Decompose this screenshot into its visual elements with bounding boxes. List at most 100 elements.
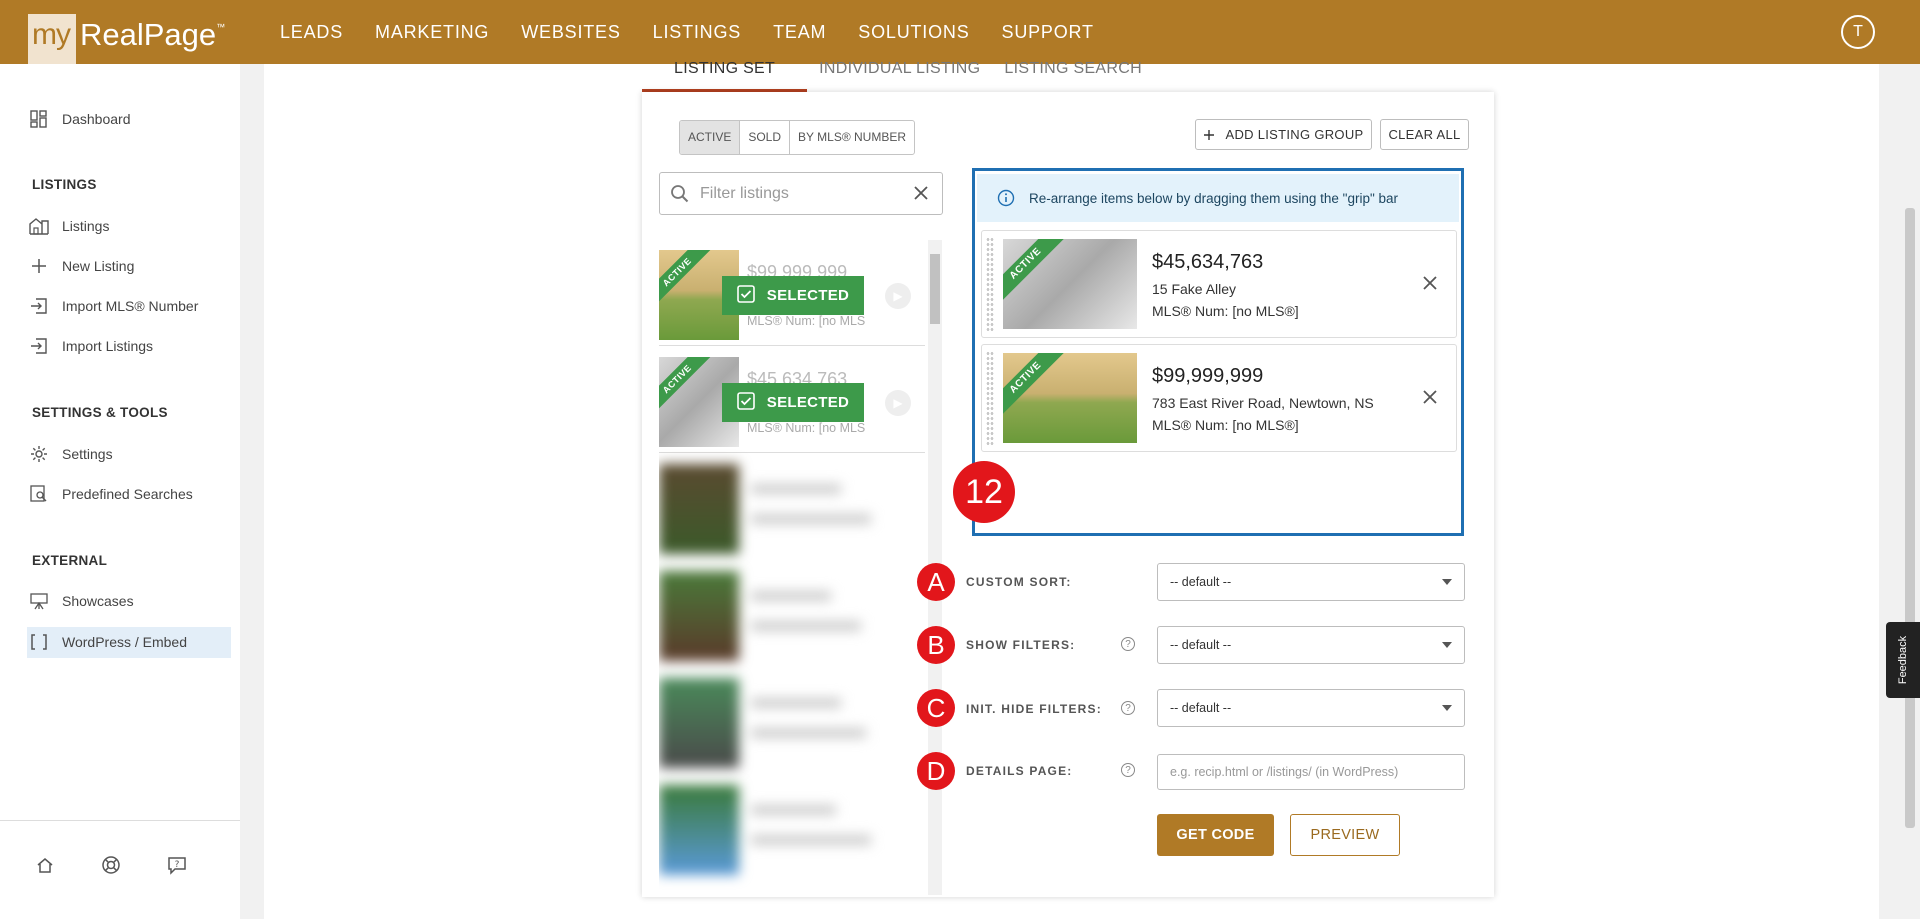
sidebar-item-showcases[interactable]: Showcases — [28, 587, 134, 615]
buildings-icon — [28, 215, 50, 237]
nav-leads[interactable]: LEADS — [280, 22, 343, 43]
sidebar-item-wordpress-embed[interactable]: WordPress / Embed — [28, 628, 187, 656]
lifebuoy-icon[interactable] — [100, 854, 122, 876]
help-icon[interactable]: ? — [1121, 701, 1135, 715]
selected-label: SELECTED — [766, 394, 850, 411]
nav-team[interactable]: TEAM — [773, 22, 826, 43]
sidebar-heading-external: EXTERNAL — [32, 553, 108, 568]
list-item[interactable]: ACTIVE $45,634,763 MLS® Num: [no MLS SEL… — [659, 347, 925, 453]
init-hide-filters-value: -- default -- — [1170, 701, 1232, 715]
sidebar-item-listings[interactable]: Listings — [28, 212, 109, 240]
selected-badge[interactable]: SELECTED — [722, 276, 864, 315]
grip-handle[interactable] — [986, 237, 994, 331]
remove-listing-close-icon[interactable] — [1418, 385, 1442, 409]
active-ribbon: ACTIVE — [1003, 239, 1065, 303]
chevron-down-icon — [1442, 642, 1452, 648]
show-filters-value: -- default -- — [1170, 638, 1232, 652]
main-nav: LEADS MARKETING WEBSITES LISTINGS TEAM S… — [280, 0, 1126, 64]
details-page-input[interactable] — [1157, 754, 1465, 790]
help-icon[interactable]: ? — [1121, 637, 1135, 651]
logo-trademark: ™ — [216, 22, 226, 32]
page-scrollbar-thumb[interactable] — [1905, 208, 1915, 828]
listing-mls: MLS® Num: [no MLS®] — [1152, 417, 1299, 433]
details-page-label: DETAILS PAGE: — [966, 764, 1073, 778]
list-item-blurred — [659, 454, 925, 560]
active-ribbon: ACTIVE — [659, 357, 711, 413]
clear-filter-icon[interactable] — [912, 184, 930, 202]
listing-list: ACTIVE $99,999,999 MLS® Num: [no MLS SEL… — [659, 240, 925, 895]
logo-realpage: RealPage — [80, 17, 217, 52]
search-icon — [670, 184, 690, 204]
sidebar-item-dashboard[interactable]: Dashboard — [28, 105, 131, 133]
sidebar-item-import-mls[interactable]: Import MLS® Number — [28, 292, 198, 320]
sidebar-item-label: WordPress / Embed — [62, 634, 188, 650]
chevron-down-icon — [1442, 579, 1452, 585]
clear-all-button[interactable]: CLEAR ALL — [1380, 119, 1469, 150]
show-filters-label: SHOW FILTERS: — [966, 638, 1076, 652]
home-icon[interactable] — [34, 854, 56, 876]
nav-support[interactable]: SUPPORT — [1002, 22, 1094, 43]
chevron-right-icon[interactable]: ▶ — [885, 390, 911, 416]
search-document-icon — [28, 483, 50, 505]
nav-solutions[interactable]: SOLUTIONS — [858, 22, 969, 43]
sidebar-item-label: Predefined Searches — [62, 486, 193, 502]
sidebar-item-label: Settings — [62, 446, 113, 462]
help-icon[interactable]: ? — [1121, 763, 1135, 777]
nav-listings[interactable]: LISTINGS — [653, 22, 741, 43]
selected-label: SELECTED — [766, 287, 850, 304]
top-navbar: my RealPage ™ LEADS MARKETING WEBSITES L… — [0, 0, 1920, 64]
active-ribbon: ACTIVE — [1003, 353, 1065, 417]
checkbox-checked-icon — [736, 391, 755, 414]
init-hide-filters-select[interactable]: -- default -- — [1157, 689, 1465, 727]
listing-thumbnail: ACTIVE — [1003, 239, 1137, 329]
sidebar-item-label: New Listing — [62, 258, 135, 274]
gear-icon — [28, 443, 50, 465]
marker-b: B — [917, 626, 955, 664]
sidebar-item-settings[interactable]: Settings — [28, 440, 113, 468]
tab-listing-search[interactable]: LISTING SEARCH — [992, 58, 1154, 92]
chat-help-icon[interactable]: ? — [166, 854, 188, 876]
filter-listings-input[interactable] — [700, 184, 900, 203]
filter-active-button[interactable]: ACTIVE — [680, 121, 741, 154]
sidebar-item-new-listing[interactable]: New Listing — [28, 252, 134, 280]
preview-button[interactable]: PREVIEW — [1290, 814, 1400, 856]
dashboard-icon — [28, 108, 50, 130]
listing-mls: MLS® Num: [no MLS — [747, 314, 866, 328]
info-icon — [997, 189, 1015, 207]
custom-sort-select[interactable]: -- default -- — [1157, 563, 1465, 601]
remove-listing-close-icon[interactable] — [1418, 271, 1442, 295]
listing-thumbnail: ACTIVE — [1003, 353, 1137, 443]
nav-websites[interactable]: WEBSITES — [521, 22, 620, 43]
sidebar-item-label: Showcases — [62, 593, 134, 609]
selected-listing-item[interactable]: ACTIVE $99,999,999 783 East River Road, … — [981, 344, 1457, 452]
list-item[interactable]: ACTIVE $99,999,999 MLS® Num: [no MLS SEL… — [659, 240, 925, 346]
status-filter-group: ACTIVE SOLD BY MLS® NUMBER — [679, 120, 916, 155]
add-listing-group-button[interactable]: ADD LISTING GROUP — [1195, 119, 1372, 150]
selected-listing-item[interactable]: ACTIVE $45,634,763 15 Fake Alley MLS® Nu… — [981, 230, 1457, 338]
show-filters-select[interactable]: -- default -- — [1157, 626, 1465, 664]
feedback-tab[interactable]: Feedback — [1886, 622, 1920, 698]
sidebar-item-import-listings[interactable]: Import Listings — [28, 332, 153, 360]
sidebar-item-predefined-searches[interactable]: Predefined Searches — [28, 480, 193, 508]
chevron-right-icon[interactable]: ▶ — [885, 283, 911, 309]
nav-marketing[interactable]: MARKETING — [375, 22, 489, 43]
custom-sort-label: CUSTOM SORT: — [966, 575, 1072, 589]
user-avatar[interactable]: T — [1841, 15, 1875, 49]
filter-sold-button[interactable]: SOLD — [740, 121, 791, 154]
info-banner: Re-arrange items below by dragging them … — [977, 174, 1459, 222]
easel-icon — [28, 590, 50, 612]
list-item-blurred — [659, 561, 925, 667]
listing-list-scroll-thumb[interactable] — [930, 254, 940, 324]
checkbox-checked-icon — [736, 284, 755, 307]
sidebar-item-label: Import Listings — [62, 338, 154, 354]
listing-address: 15 Fake Alley — [1152, 281, 1237, 297]
grip-handle[interactable] — [986, 351, 994, 445]
logo[interactable]: my RealPage ™ — [28, 14, 225, 64]
get-code-button[interactable]: GET CODE — [1157, 814, 1274, 856]
filter-by-mls-button[interactable]: BY MLS® NUMBER — [790, 121, 914, 154]
tab-listing-set[interactable]: LISTING SET — [642, 58, 808, 92]
sidebar-item-label: Listings — [62, 218, 110, 234]
tab-individual-listing[interactable]: INDIVIDUAL LISTING — [807, 58, 992, 92]
selected-badge[interactable]: SELECTED — [722, 383, 864, 422]
brackets-icon — [28, 631, 50, 653]
